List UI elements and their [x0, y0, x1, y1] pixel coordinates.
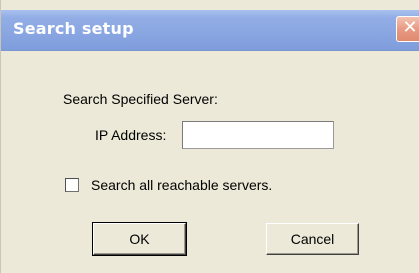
- close-icon: ✕: [402, 17, 418, 38]
- close-button[interactable]: ✕: [396, 16, 419, 42]
- ip-address-label: IP Address:: [95, 127, 167, 143]
- search-all-label[interactable]: Search all reachable servers.: [91, 177, 272, 193]
- cancel-button[interactable]: Cancel: [266, 223, 359, 255]
- search-setup-dialog: Search setup ✕ Search Specified Server: …: [0, 0, 419, 273]
- dialog-title: Search setup: [13, 19, 134, 38]
- ip-address-input[interactable]: [182, 121, 334, 149]
- title-bar[interactable]: Search setup ✕: [1, 10, 419, 51]
- search-all-checkbox[interactable]: [65, 178, 79, 192]
- ok-button[interactable]: OK: [92, 222, 187, 256]
- search-specified-server-label: Search Specified Server:: [63, 91, 218, 107]
